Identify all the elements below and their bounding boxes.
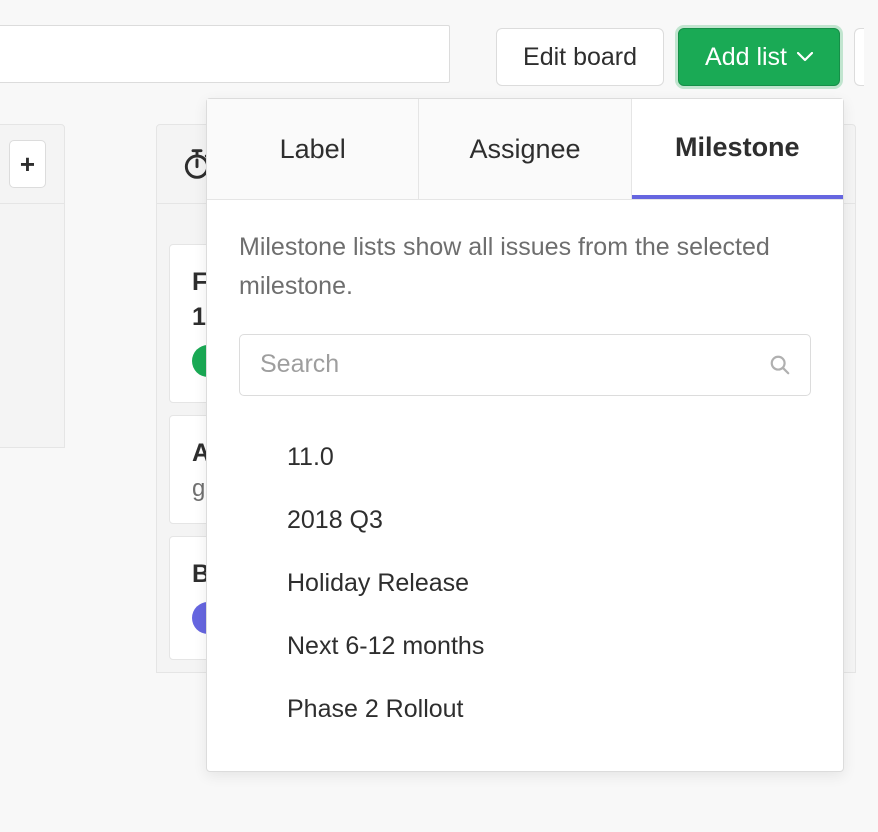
milestone-search-wrap <box>239 334 811 396</box>
chevron-down-icon <box>797 52 813 62</box>
column-body <box>0 204 65 448</box>
top-toolbar: Edit board Add list <box>0 0 878 114</box>
milestone-options: 11.0 2018 Q3 Holiday Release Next 6-12 m… <box>239 426 811 741</box>
column-header: + <box>0 124 65 204</box>
toolbar-overflow-stub <box>854 28 864 86</box>
milestone-option[interactable]: Phase 2 Rollout <box>239 678 811 741</box>
filter-bar[interactable] <box>0 25 450 83</box>
add-list-dropdown: Label Assignee Milestone Milestone lists… <box>206 98 844 772</box>
list-type-tabs: Label Assignee Milestone <box>207 99 843 200</box>
add-list-label: Add list <box>705 43 787 72</box>
milestone-search-input[interactable] <box>239 334 811 396</box>
milestone-option[interactable]: 11.0 <box>239 426 811 489</box>
tab-assignee[interactable]: Assignee <box>419 99 631 199</box>
board-column-a: + <box>0 124 65 448</box>
milestone-option[interactable]: Holiday Release <box>239 552 811 615</box>
add-card-button[interactable]: + <box>9 140 46 188</box>
search-icon <box>769 354 791 376</box>
edit-board-button[interactable]: Edit board <box>496 28 664 86</box>
add-list-button[interactable]: Add list <box>678 28 840 86</box>
dropdown-description: Milestone lists show all issues from the… <box>239 228 811 306</box>
milestone-option[interactable]: Next 6-12 months <box>239 615 811 678</box>
dropdown-body: Milestone lists show all issues from the… <box>207 200 843 771</box>
milestone-option[interactable]: 2018 Q3 <box>239 489 811 552</box>
tab-milestone[interactable]: Milestone <box>632 99 843 199</box>
tab-label[interactable]: Label <box>207 99 419 199</box>
